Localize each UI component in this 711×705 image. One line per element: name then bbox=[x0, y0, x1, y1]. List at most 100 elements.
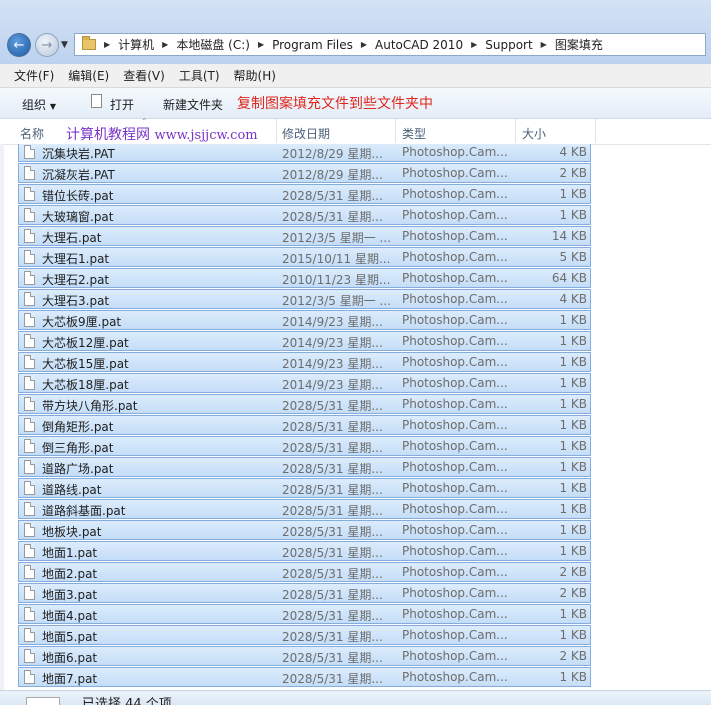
column-divider[interactable] bbox=[595, 119, 596, 143]
status-text: 已选择 44 个项 bbox=[82, 697, 172, 705]
watermark-url: www.jsjjcw.com bbox=[154, 128, 258, 143]
column-divider[interactable] bbox=[515, 119, 516, 143]
breadcrumb-item[interactable]: 本地磁盘 (C:) bbox=[176, 36, 250, 53]
file-row[interactable]: 大芯板12厘.pat 2014/9/23 星期... Photoshop.Cam..… bbox=[18, 331, 591, 351]
open-file-icon bbox=[91, 94, 102, 108]
file-name: 错位长砖.pat bbox=[42, 189, 114, 203]
back-button[interactable]: ← bbox=[7, 33, 31, 57]
file-row[interactable]: 大芯板18厘.pat 2014/9/23 星期... Photoshop.Cam..… bbox=[18, 373, 591, 393]
file-row[interactable]: 地面4.pat 2028/5/31 星期... Photoshop.Cam... 1 … bbox=[18, 604, 591, 624]
address-box[interactable]: ▶ 计算机 ▶ 本地磁盘 (C:) ▶ Program Files ▶ AutoCAD 201… bbox=[74, 33, 706, 56]
breadcrumb-separator-icon[interactable]: ▶ bbox=[258, 40, 264, 49]
breadcrumb-separator-icon[interactable]: ▶ bbox=[541, 40, 547, 49]
breadcrumb-separator-icon[interactable]: ▶ bbox=[471, 40, 477, 49]
file-name: 道路广场.pat bbox=[42, 462, 114, 476]
column-header-type[interactable]: 类型 bbox=[402, 125, 426, 142]
file-row[interactable]: 地面5.pat 2028/5/31 星期... Photoshop.Cam... 1 … bbox=[18, 625, 591, 645]
file-type: Photoshop.Cam... bbox=[402, 523, 508, 537]
file-row[interactable]: 大理石1.pat 2015/10/11 星期... Photoshop.Cam...… bbox=[18, 247, 591, 267]
file-type: Photoshop.Cam... bbox=[402, 418, 508, 432]
organize-button[interactable]: 组织 ▼ bbox=[22, 96, 56, 113]
file-row[interactable]: 大理石2.pat 2010/11/23 星期... Photoshop.Cam...… bbox=[18, 268, 591, 288]
file-size: 1 KB bbox=[559, 313, 587, 327]
file-row[interactable]: 道路广场.pat 2028/5/31 星期... Photoshop.Cam... 1… bbox=[18, 457, 591, 477]
file-icon bbox=[24, 502, 35, 516]
file-row[interactable]: 地面3.pat 2028/5/31 星期... Photoshop.Cam... 2 … bbox=[18, 583, 591, 603]
file-type: Photoshop.Cam... bbox=[402, 334, 508, 348]
menu-item[interactable]: 文件(F) bbox=[14, 67, 54, 84]
menu-item[interactable]: 帮助(H) bbox=[234, 67, 276, 84]
menu-item[interactable]: 查看(V) bbox=[123, 67, 165, 84]
file-icon bbox=[24, 292, 35, 306]
status-bar: 已选择 44 个项 bbox=[0, 690, 711, 705]
breadcrumb-item[interactable]: Support bbox=[485, 38, 532, 52]
file-row[interactable]: 沉集块岩.PAT 2012/8/29 星期... Photoshop.Cam... 4… bbox=[18, 144, 591, 162]
file-modified-date: 2028/5/31 星期... bbox=[282, 672, 383, 686]
breadcrumb-separator-icon[interactable]: ▶ bbox=[162, 40, 168, 49]
file-row[interactable]: 大玻璃窗.pat 2028/5/31 星期... Photoshop.Cam... 1… bbox=[18, 205, 591, 225]
file-type: Photoshop.Cam... bbox=[402, 649, 508, 663]
file-name: 倒角矩形.pat bbox=[42, 420, 114, 434]
menu-item[interactable]: 工具(T) bbox=[179, 67, 220, 84]
file-row[interactable]: 倒角矩形.pat 2028/5/31 星期... Photoshop.Cam... 1… bbox=[18, 415, 591, 435]
forward-button[interactable]: → bbox=[35, 33, 59, 57]
breadcrumb-item[interactable]: 图案填充 bbox=[555, 36, 603, 53]
file-list: 沉集块岩.PAT 2012/8/29 星期... Photoshop.Cam... 4… bbox=[0, 144, 711, 690]
file-row[interactable]: 地面1.pat 2028/5/31 星期... Photoshop.Cam... 1 … bbox=[18, 541, 591, 561]
file-name: 大理石2.pat bbox=[42, 273, 110, 287]
recent-pages-dropdown-icon[interactable]: ▼ bbox=[61, 40, 68, 50]
file-icon bbox=[24, 208, 35, 222]
breadcrumb-separator-icon[interactable]: ▶ bbox=[361, 40, 367, 49]
file-type: Photoshop.Cam... bbox=[402, 439, 508, 453]
file-row[interactable]: 沉凝灰岩.PAT 2012/8/29 星期... Photoshop.Cam... 2… bbox=[18, 163, 591, 183]
file-name: 大芯板12厘.pat bbox=[42, 336, 129, 350]
breadcrumb-item[interactable]: 计算机 bbox=[118, 36, 154, 53]
file-row[interactable]: 带方块八角形.pat 2028/5/31 星期... Photoshop.Cam..… bbox=[18, 394, 591, 414]
file-icon bbox=[24, 439, 35, 453]
file-row[interactable]: 道路线.pat 2028/5/31 星期... Photoshop.Cam... 1 … bbox=[18, 478, 591, 498]
file-icon bbox=[24, 250, 35, 264]
column-divider[interactable] bbox=[276, 119, 277, 143]
column-header-size[interactable]: 大小 bbox=[522, 125, 546, 142]
file-row[interactable]: 大理石.pat 2012/3/5 星期一 ... Photoshop.Cam... 1… bbox=[18, 226, 591, 246]
file-row[interactable]: 地板块.pat 2028/5/31 星期... Photoshop.Cam... 1 … bbox=[18, 520, 591, 540]
file-name: 地面5.pat bbox=[42, 630, 98, 644]
column-header-date[interactable]: 修改日期 bbox=[282, 125, 330, 142]
file-row[interactable]: 道路斜基面.pat 2028/5/31 星期... Photoshop.Cam...… bbox=[18, 499, 591, 519]
file-type: Photoshop.Cam... bbox=[402, 313, 508, 327]
breadcrumb-separator-icon[interactable]: ▶ bbox=[104, 40, 110, 49]
file-size: 1 KB bbox=[559, 670, 587, 684]
file-row[interactable]: 地面6.pat 2028/5/31 星期... Photoshop.Cam... 2 … bbox=[18, 646, 591, 666]
file-row[interactable]: 大理石3.pat 2012/3/5 星期一 ... Photoshop.Cam...… bbox=[18, 289, 591, 309]
file-type: Photoshop.Cam... bbox=[402, 502, 508, 516]
open-button[interactable]: 打开 bbox=[110, 96, 134, 113]
file-type: Photoshop.Cam... bbox=[402, 166, 508, 180]
file-row[interactable]: 错位长砖.pat 2028/5/31 星期... Photoshop.Cam... 1… bbox=[18, 184, 591, 204]
file-type: Photoshop.Cam... bbox=[402, 544, 508, 558]
file-name: 地面4.pat bbox=[42, 609, 98, 623]
file-row[interactable]: 大芯板15厘.pat 2014/9/23 星期... Photoshop.Cam..… bbox=[18, 352, 591, 372]
file-modified-date: 2028/5/31 星期... bbox=[282, 651, 383, 665]
file-modified-date: 2028/5/31 星期... bbox=[282, 504, 383, 518]
watermark-text: 计算机教程网 bbox=[66, 127, 150, 143]
file-modified-date: 2028/5/31 星期... bbox=[282, 462, 383, 476]
file-type: Photoshop.Cam... bbox=[402, 187, 508, 201]
file-icon bbox=[24, 523, 35, 537]
breadcrumb-item[interactable]: Program Files bbox=[272, 38, 353, 52]
file-icon bbox=[24, 565, 35, 579]
file-row[interactable]: 地面2.pat 2028/5/31 星期... Photoshop.Cam... 2 … bbox=[18, 562, 591, 582]
file-icon bbox=[24, 376, 35, 390]
new-folder-button[interactable]: 新建文件夹 bbox=[163, 96, 223, 113]
file-icon bbox=[24, 649, 35, 663]
file-icon bbox=[24, 229, 35, 243]
file-type: Photoshop.Cam... bbox=[402, 355, 508, 369]
file-type: Photoshop.Cam... bbox=[402, 460, 508, 474]
file-type: Photoshop.Cam... bbox=[402, 481, 508, 495]
file-row[interactable]: 大芯板9厘.pat 2014/9/23 星期... Photoshop.Cam...… bbox=[18, 310, 591, 330]
file-row[interactable]: 倒三角形.pat 2028/5/31 星期... Photoshop.Cam... 1… bbox=[18, 436, 591, 456]
column-header-name[interactable]: 名称 bbox=[20, 125, 44, 142]
breadcrumb-item[interactable]: AutoCAD 2010 bbox=[375, 38, 463, 52]
menu-item[interactable]: 编辑(E) bbox=[68, 67, 109, 84]
column-divider[interactable] bbox=[395, 119, 396, 143]
file-row[interactable]: 地面7.pat 2028/5/31 星期... Photoshop.Cam... 1 … bbox=[18, 667, 591, 687]
